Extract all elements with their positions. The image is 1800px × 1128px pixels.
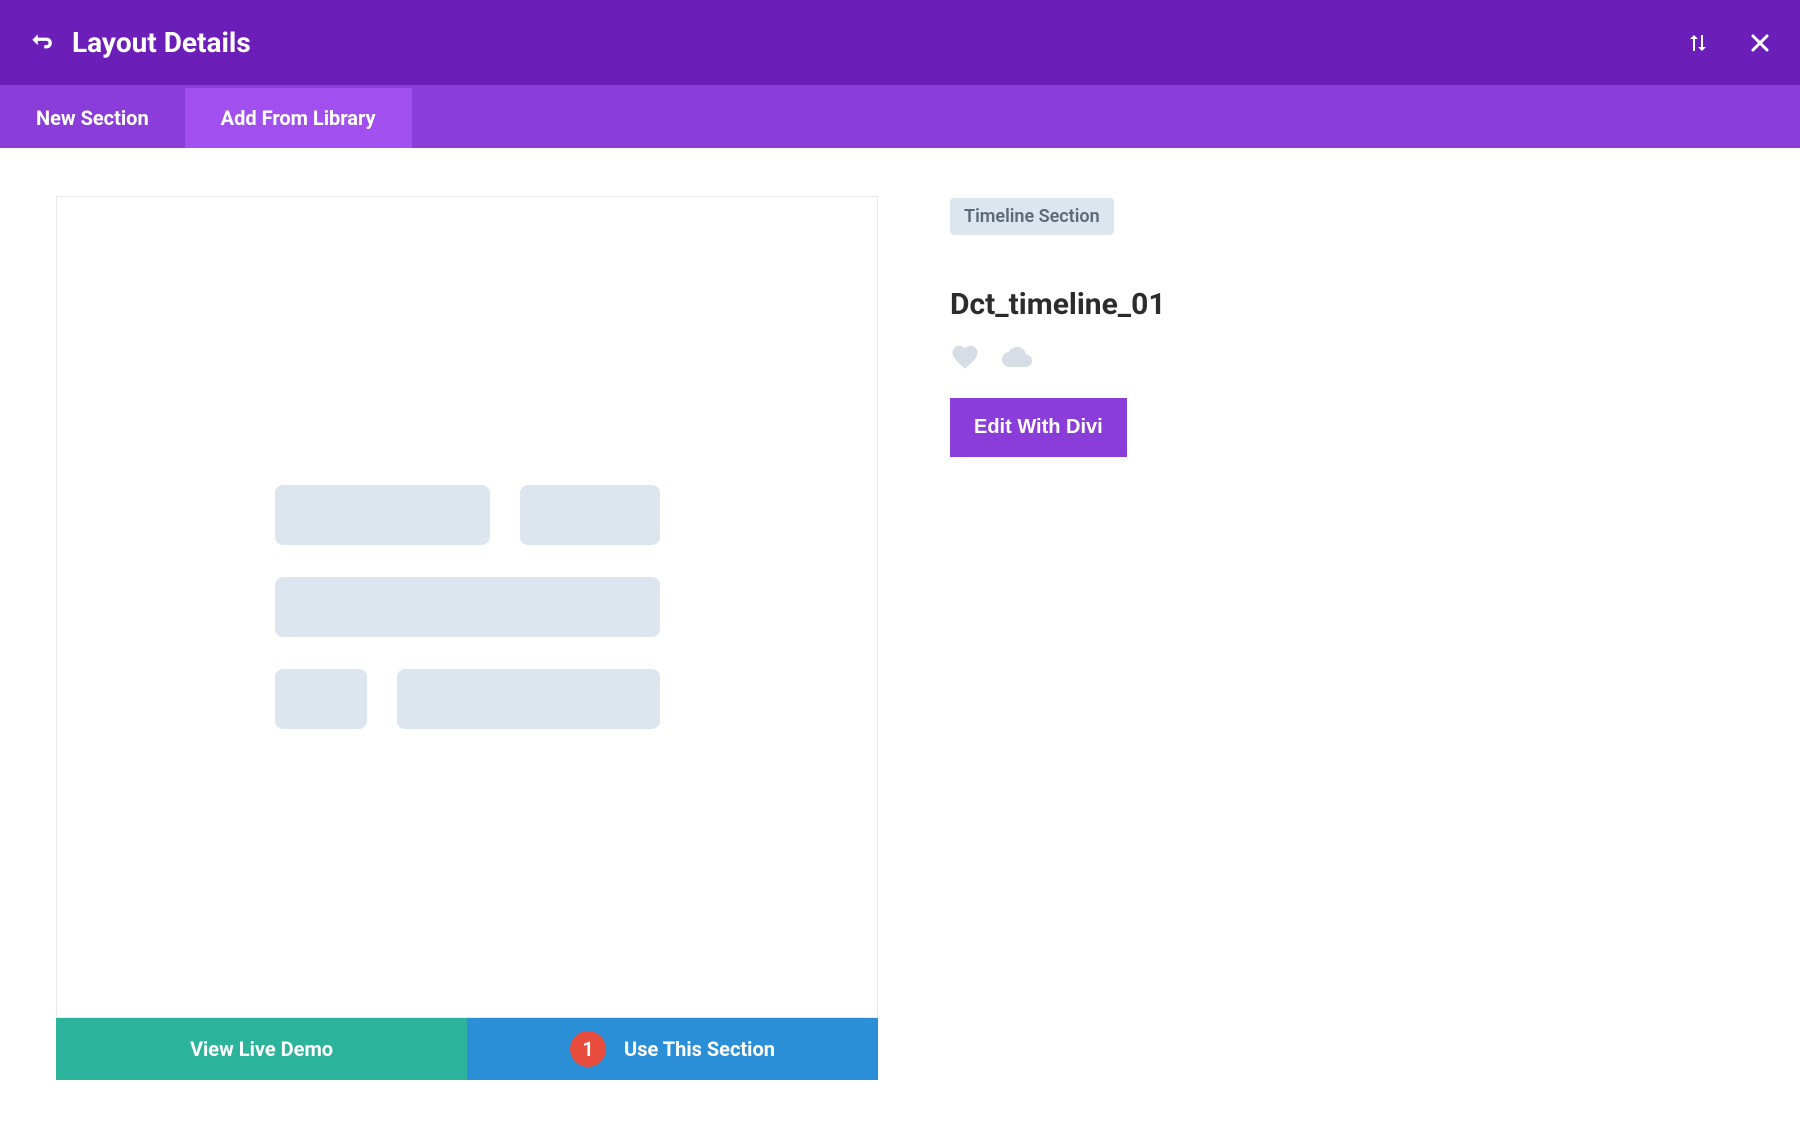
- loading-placeholder: [275, 485, 660, 729]
- placeholder-block: [275, 577, 660, 637]
- button-label: Use This Section: [624, 1037, 775, 1061]
- placeholder-block: [275, 669, 367, 729]
- close-icon[interactable]: [1748, 31, 1772, 55]
- edit-with-divi-button[interactable]: Edit With Divi: [950, 398, 1127, 457]
- details-column: Timeline Section Dct_timeline_01 Edit Wi…: [950, 196, 1166, 1080]
- back-icon[interactable]: [28, 30, 54, 56]
- placeholder-block: [275, 485, 490, 545]
- page-title: Layout Details: [72, 26, 251, 59]
- cloud-icon[interactable]: [998, 342, 1036, 372]
- placeholder-row: [275, 577, 660, 637]
- section-tag: Timeline Section: [950, 198, 1114, 235]
- preview-box: [56, 196, 878, 1018]
- placeholder-block: [520, 485, 660, 545]
- tab-bar: New Section Add From Library: [0, 88, 1800, 148]
- button-label: View Live Demo: [190, 1037, 333, 1061]
- tab-add-from-library[interactable]: Add From Library: [185, 88, 412, 148]
- modal-header: Layout Details: [0, 0, 1800, 88]
- use-this-section-button[interactable]: 1 Use This Section: [467, 1018, 878, 1080]
- header-right: [1686, 31, 1772, 55]
- preview-column: View Live Demo 1 Use This Section: [56, 196, 878, 1080]
- placeholder-block: [397, 669, 660, 729]
- placeholder-row: [275, 485, 660, 545]
- heart-icon[interactable]: [950, 342, 980, 372]
- step-badge: 1: [570, 1031, 606, 1067]
- icon-row: [950, 342, 1036, 372]
- sort-icon[interactable]: [1686, 31, 1710, 55]
- placeholder-row: [275, 669, 660, 729]
- tab-new-section[interactable]: New Section: [0, 88, 185, 148]
- view-live-demo-button[interactable]: View Live Demo: [56, 1018, 467, 1080]
- preview-actions: View Live Demo 1 Use This Section: [56, 1018, 878, 1080]
- layout-title: Dct_timeline_01: [950, 287, 1166, 322]
- header-left: Layout Details: [28, 26, 251, 59]
- content-area: View Live Demo 1 Use This Section Timeli…: [0, 148, 1800, 1128]
